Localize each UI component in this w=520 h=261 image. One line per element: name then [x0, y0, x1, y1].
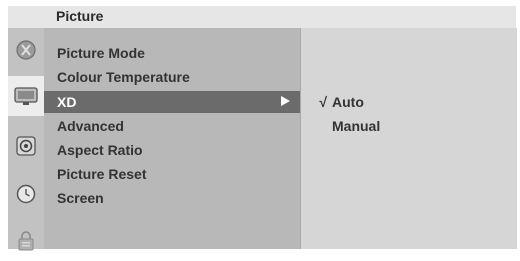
picture-menu: Picture Mode Colour Temperature XD Advan… — [44, 28, 300, 249]
menu-item-picture-mode[interactable]: Picture Mode — [44, 42, 300, 64]
speaker-icon — [16, 136, 36, 156]
check-mark-icon: √ — [319, 94, 327, 110]
category-picture-tool[interactable] — [8, 30, 44, 70]
category-lock[interactable] — [8, 221, 44, 261]
option-label: Manual — [332, 118, 381, 134]
menu-item-screen[interactable]: Screen — [44, 187, 300, 209]
option-label: Auto — [332, 94, 364, 110]
category-time[interactable] — [8, 174, 44, 214]
menu-item-label: Screen — [57, 190, 104, 206]
clock-icon — [16, 184, 36, 204]
menu-item-advanced[interactable]: Advanced — [44, 115, 300, 137]
menu-title: Picture — [56, 8, 104, 24]
menu-item-label: XD — [57, 94, 77, 110]
submenu-arrow-icon — [281, 96, 290, 106]
menu-item-aspect-ratio[interactable]: Aspect Ratio — [44, 139, 300, 161]
menu-item-label: Aspect Ratio — [57, 142, 143, 158]
category-picture[interactable] — [8, 76, 44, 116]
menu-item-colour-temperature[interactable]: Colour Temperature — [44, 66, 300, 88]
xd-submenu: √ Auto Manual — [300, 28, 517, 249]
menu-item-picture-reset[interactable]: Picture Reset — [44, 163, 300, 185]
option-manual[interactable]: Manual — [301, 115, 517, 137]
lock-icon — [18, 231, 34, 251]
menu-item-label: Advanced — [57, 118, 124, 134]
picture-tool-icon — [16, 40, 36, 60]
option-auto[interactable]: √ Auto — [301, 91, 517, 113]
osd-menu: Picture Picture Mode Colour Temperature … — [8, 6, 517, 251]
menu-item-label: Picture Reset — [57, 166, 147, 182]
menu-item-label: Picture Mode — [57, 45, 145, 61]
category-icon-column — [8, 28, 44, 251]
category-audio[interactable] — [8, 126, 44, 166]
tv-screen-icon — [14, 87, 38, 105]
menu-item-label: Colour Temperature — [57, 69, 190, 85]
menu-item-xd[interactable]: XD — [44, 91, 300, 113]
title-bar: Picture — [8, 6, 516, 28]
